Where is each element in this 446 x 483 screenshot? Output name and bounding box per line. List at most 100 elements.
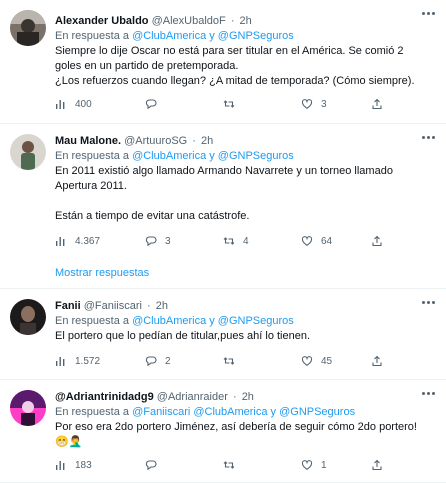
action-bar: 400 3 [55,97,436,111]
share-icon [372,98,382,110]
like-count: 45 [321,355,333,367]
views-button[interactable]: 4.367 [55,235,145,247]
reply-button[interactable] [145,98,223,110]
views-count: 4.367 [75,235,101,247]
like-count: 64 [321,235,333,247]
handle[interactable]: @ArtuuroSG [124,135,187,147]
display-name[interactable]: @Adriantrinidadg9 [55,391,154,403]
avatar[interactable] [10,10,46,46]
more-dots-icon[interactable] [422,301,436,305]
more-dots-icon[interactable] [422,12,436,16]
tweet-text: Siempre lo dije Oscar no está para ser t… [55,44,436,89]
display-name[interactable]: Fanii [55,300,81,312]
avatar[interactable] [10,390,46,426]
share-button[interactable] [371,235,383,247]
views-chart-icon [56,357,65,366]
tweet[interactable]: Fanii @Faniiscari · 2h En respuesta a @C… [0,289,446,380]
separator-dot: · [232,391,237,403]
display-name[interactable]: Mau Malone. [55,135,121,147]
tweet[interactable]: @Adriantrinidadg9 @Adrianraider · 2h En … [0,380,446,483]
tweet-line: En 2011 existió algo llamado Armando Nav… [55,165,393,177]
heart-icon [301,356,313,366]
reply-button[interactable]: 3 [145,235,223,247]
action-bar: 1.572 2 45 [55,354,436,368]
views-count: 400 [75,98,92,110]
tweet[interactable]: Mau Malone. @ArtuuroSG · 2h En respuesta… [0,124,446,258]
tweet-text: El portero que lo pedían de titular,pues… [55,329,436,344]
replying-label: En respuesta a [55,150,129,162]
action-bar: 4.367 3 4 64 [55,234,436,248]
like-button[interactable]: 45 [301,355,371,367]
replying-label: En respuesta a [55,30,129,42]
views-button[interactable]: 400 [55,98,145,110]
retweet-count: 4 [243,235,249,247]
heart-icon [301,460,313,470]
reply-button[interactable]: 2 [145,355,223,367]
share-button[interactable] [371,355,383,367]
retweet-button[interactable] [223,459,301,471]
tweet-text: Por eso era 2do portero Jiménez, así deb… [55,420,436,450]
share-button[interactable] [371,459,383,471]
like-button[interactable]: 1 [301,459,371,471]
mention-links[interactable]: @ClubAmerica y @GNPSeguros [132,150,294,162]
mention-links[interactable]: @ClubAmerica y @GNPSeguros [132,315,294,327]
timestamp[interactable]: 2h [242,391,254,403]
reply-bubble-icon [145,356,157,367]
retweet-icon [223,461,235,469]
reply-bubble-icon [145,236,157,247]
reply-bubble-icon [145,99,157,110]
retweet-button[interactable]: 4 [223,235,301,247]
separator-dot: · [230,15,235,27]
avatar[interactable] [10,299,46,335]
tweet-header: Alexander Ubaldo @AlexUbaldoF · 2h [55,0,436,28]
reply-bubble-icon [145,460,157,471]
handle[interactable]: @Adrianraider [157,391,228,403]
tweet-emoji: 😁🤦‍♂️ [55,436,83,448]
retweet-button[interactable] [223,355,301,367]
show-more-label: Mostrar respuestas [55,267,150,279]
timestamp[interactable]: 2h [240,15,252,27]
reply-count: 3 [165,235,171,247]
more-dots-icon[interactable] [422,136,436,140]
reply-timeline: Alexander Ubaldo @AlexUbaldoF · 2h En re… [0,0,446,483]
views-chart-icon [56,461,65,470]
mention-links[interactable]: @ClubAmerica y @GNPSeguros [132,30,294,42]
share-icon [372,355,382,367]
retweet-button[interactable] [223,98,301,110]
reply-button[interactable] [145,459,223,471]
like-button[interactable]: 3 [301,98,371,110]
replying-to: En respuesta a @Faniiscari @ClubAmerica … [55,405,436,419]
handle[interactable]: @AlexUbaldoF [152,15,226,27]
views-chart-icon [56,100,65,109]
more-dots-icon[interactable] [422,392,436,396]
tweet-line: Por eso era 2do portero Jiménez, así deb… [55,421,417,433]
tweet-line: El portero que lo pedían de titular,pues… [55,330,311,342]
retweet-icon [223,357,235,365]
timestamp[interactable]: 2h [201,135,213,147]
views-count: 1.572 [75,355,101,367]
share-icon [372,459,382,471]
replying-to: En respuesta a @ClubAmerica y @GNPSeguro… [55,314,436,328]
separator-dot: · [192,135,196,147]
views-button[interactable]: 183 [55,459,145,471]
tweet[interactable]: Alexander Ubaldo @AlexUbaldoF · 2h En re… [0,0,446,124]
views-button[interactable]: 1.572 [55,355,145,367]
tweet-header: Mau Malone. @ArtuuroSG · 2h [55,124,436,148]
replying-to: En respuesta a @ClubAmerica y @GNPSeguro… [55,149,436,163]
share-button[interactable] [371,98,383,110]
handle[interactable]: @Faniiscari [84,300,142,312]
retweet-icon [223,100,235,108]
heart-icon [301,236,313,246]
like-button[interactable]: 64 [301,235,371,247]
reply-count: 2 [165,355,171,367]
tweet-line: Están a tiempo de evitar una catástrofe. [55,210,250,222]
retweet-icon [223,237,235,245]
tweet-line: ¿Los refuerzos cuando llegan? ¿A mitad d… [55,75,415,87]
mention-links[interactable]: @Faniiscari @ClubAmerica y @GNPSeguros [132,406,355,418]
show-more-replies-link[interactable]: Mostrar respuestas [0,258,446,289]
display-name[interactable]: Alexander Ubaldo [55,15,149,27]
timestamp[interactable]: 2h [156,300,168,312]
tweet-line: Apertura 2011. [55,180,127,192]
tweet-line: goles en un partido de pretemporada. [55,60,239,72]
avatar[interactable] [10,134,46,170]
